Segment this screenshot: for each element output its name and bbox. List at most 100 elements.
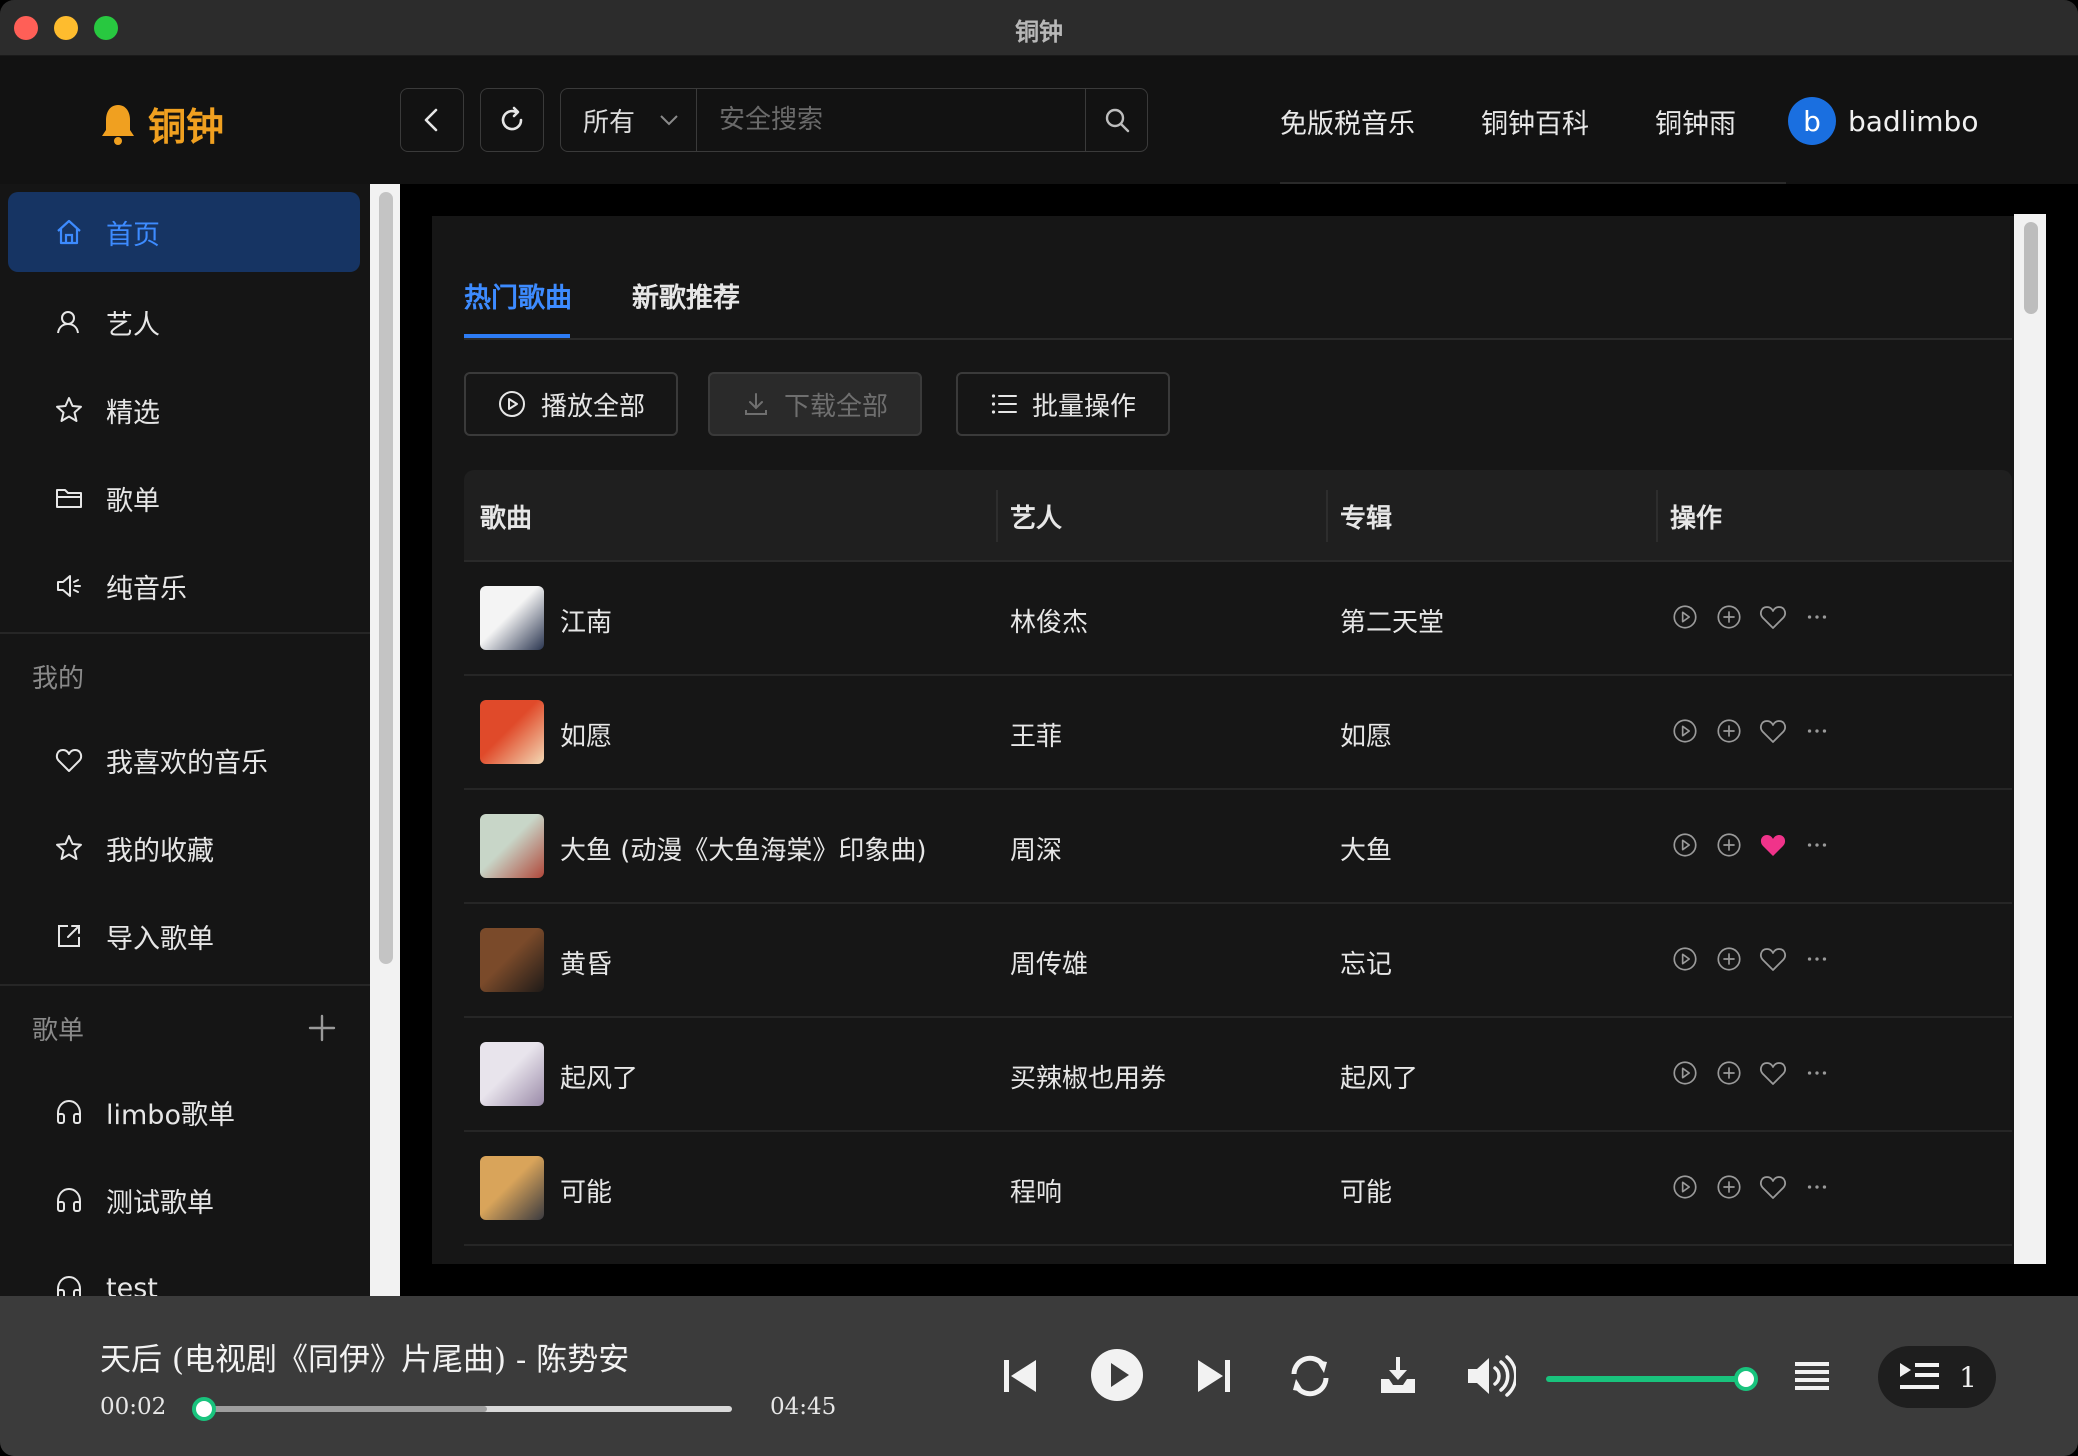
volume-button[interactable]	[1462, 1348, 1518, 1404]
logo[interactable]: 铜钟	[100, 96, 224, 151]
table-row[interactable]: 黄昏 周传雄 忘记	[464, 904, 2012, 1018]
row-actions	[1670, 944, 1832, 974]
play-circle-icon[interactable]	[1670, 830, 1700, 860]
more-icon[interactable]	[1802, 944, 1832, 974]
song-title[interactable]: 大鱼 (动漫《大鱼海棠》印象曲)	[560, 830, 927, 867]
sidebar-item-label: 首页	[106, 219, 160, 251]
row-actions	[1670, 1172, 1832, 1202]
main-scrollbar-thumb[interactable]	[2024, 222, 2038, 314]
sidebar-item-home[interactable]: 首页	[8, 192, 360, 272]
import-icon	[58, 925, 80, 947]
repeat-button[interactable]	[1282, 1348, 1338, 1404]
current-time: 00:02	[100, 1394, 167, 1420]
batch-actions-button[interactable]: 批量操作	[956, 372, 1170, 436]
table-row[interactable]: 如愿 王菲 如愿	[464, 676, 2012, 790]
play-queue-button[interactable]: 1	[1878, 1346, 1996, 1408]
song-artist: 周深	[1010, 836, 1063, 866]
volume-handle[interactable]	[1734, 1367, 1758, 1391]
column-separator	[1326, 490, 1328, 542]
table-body: 江南 林俊杰 第二天堂 如愿 王菲 如愿大鱼 (动漫《大鱼海棠》印象曲) 周深 大鱼黄昏 周传雄…	[464, 562, 2012, 1246]
more-icon[interactable]	[1802, 602, 1832, 632]
queue-count: 1	[1959, 1360, 1977, 1394]
sidebar-divider	[0, 632, 370, 634]
progress-handle[interactable]	[192, 1397, 217, 1421]
add-circle-icon[interactable]	[1714, 1058, 1744, 1088]
search-input[interactable]	[697, 89, 1085, 151]
total-time: 04:45	[770, 1394, 837, 1420]
heart-filled-icon[interactable]	[1758, 830, 1788, 860]
heart-icon[interactable]	[1758, 944, 1788, 974]
sidebar-item-label: limbo歌单	[106, 1099, 235, 1131]
user-menu[interactable]: b badlimbo	[1788, 97, 1978, 145]
tab-new-songs[interactable]: 新歌推荐	[632, 276, 740, 315]
table-row[interactable]: 江南 林俊杰 第二天堂	[464, 562, 2012, 676]
table-row[interactable]: 大鱼 (动漫《大鱼海棠》印象曲) 周深 大鱼	[464, 790, 2012, 904]
more-icon[interactable]	[1802, 716, 1832, 746]
more-icon[interactable]	[1802, 830, 1832, 860]
add-circle-icon[interactable]	[1714, 716, 1744, 746]
add-circle-icon[interactable]	[1714, 602, 1744, 632]
song-title[interactable]: 如愿	[560, 716, 612, 753]
add-circle-icon[interactable]	[1714, 830, 1744, 860]
song-album: 第二天堂	[1340, 608, 1445, 638]
download-button[interactable]	[1370, 1348, 1426, 1404]
sidebar-item-playlists[interactable]: 歌单	[8, 458, 360, 538]
sidebar-item-import-playlist[interactable]: 导入歌单	[8, 896, 360, 976]
play-circle-icon[interactable]	[1670, 944, 1700, 974]
main-scrollbar[interactable]	[2014, 214, 2046, 1264]
add-playlist-icon[interactable]	[306, 1012, 338, 1044]
play-circle-icon[interactable]	[1670, 1058, 1700, 1088]
sidebar-item-artists[interactable]: 艺人	[8, 282, 360, 362]
sidebar-playlist-limbo[interactable]: limbo歌单	[8, 1072, 360, 1152]
table-row[interactable]: 可能 程响 可能	[464, 1132, 2012, 1246]
sidebar-item-liked-music[interactable]: 我喜欢的音乐	[8, 720, 360, 800]
download-icon	[744, 393, 767, 415]
download-all-button[interactable]: 下载全部	[708, 372, 922, 436]
sidebar-section-mine: 我的	[32, 664, 85, 694]
play-all-button[interactable]: 播放全部	[464, 372, 678, 436]
heart-icon[interactable]	[1758, 1172, 1788, 1202]
heart-icon[interactable]	[1758, 716, 1788, 746]
artist-icon	[57, 311, 79, 334]
song-title[interactable]: 起风了	[560, 1058, 638, 1095]
album-cover	[480, 700, 544, 764]
top-link-wiki[interactable]: 铜钟百科	[1481, 102, 1589, 141]
sidebar-item-featured[interactable]: 精选	[8, 370, 360, 450]
sidebar-playlist-test-cn[interactable]: 测试歌单	[8, 1160, 360, 1240]
search-button[interactable]	[1085, 89, 1147, 151]
play-circle-icon[interactable]	[1670, 716, 1700, 746]
top-link-rain[interactable]: 铜钟雨	[1655, 102, 1736, 141]
song-panel: 热门歌曲 新歌推荐 播放全部 下载全部 批量操作 歌曲 艺人 专辑 操作 江南 …	[432, 216, 2042, 1264]
search-scope-select[interactable]: 所有	[561, 89, 697, 151]
song-title[interactable]: 江南	[560, 602, 612, 639]
play-circle-icon[interactable]	[1670, 602, 1700, 632]
more-icon[interactable]	[1802, 1172, 1832, 1202]
heart-icon[interactable]	[1758, 1058, 1788, 1088]
sidebar-item-instrumental[interactable]: 纯音乐	[8, 546, 360, 626]
download-tray-icon	[1381, 1357, 1415, 1393]
heart-icon[interactable]	[1758, 602, 1788, 632]
sidebar-playlist-test[interactable]: test	[8, 1248, 360, 1296]
sidebar-item-collection[interactable]: 我的收藏	[8, 808, 360, 888]
play-circle-icon[interactable]	[1670, 1172, 1700, 1202]
playlist-button[interactable]	[1784, 1348, 1840, 1404]
song-title[interactable]: 可能	[560, 1172, 612, 1209]
back-button[interactable]	[400, 88, 464, 152]
song-album: 大鱼	[1340, 836, 1393, 866]
song-title[interactable]: 黄昏	[560, 944, 612, 981]
previous-button[interactable]	[992, 1348, 1048, 1404]
table-row[interactable]: 起风了 买辣椒也用券 起风了	[464, 1018, 2012, 1132]
top-link-royalty-free[interactable]: 免版税音乐	[1280, 102, 1415, 141]
more-icon[interactable]	[1802, 1058, 1832, 1088]
add-circle-icon[interactable]	[1714, 1172, 1744, 1202]
add-circle-icon[interactable]	[1714, 944, 1744, 974]
title-bar: 铜钟	[0, 0, 2078, 56]
next-button[interactable]	[1186, 1348, 1242, 1404]
download-all-label: 下载全部	[783, 391, 888, 422]
sidebar-item-label: 歌单	[106, 485, 160, 517]
tab-hot-songs[interactable]: 热门歌曲	[464, 276, 572, 315]
refresh-button[interactable]	[480, 88, 544, 152]
play-button[interactable]	[1086, 1344, 1148, 1406]
sidebar-scrollbar-thumb[interactable]	[379, 192, 393, 964]
volume-slider[interactable]	[1546, 1376, 1746, 1382]
